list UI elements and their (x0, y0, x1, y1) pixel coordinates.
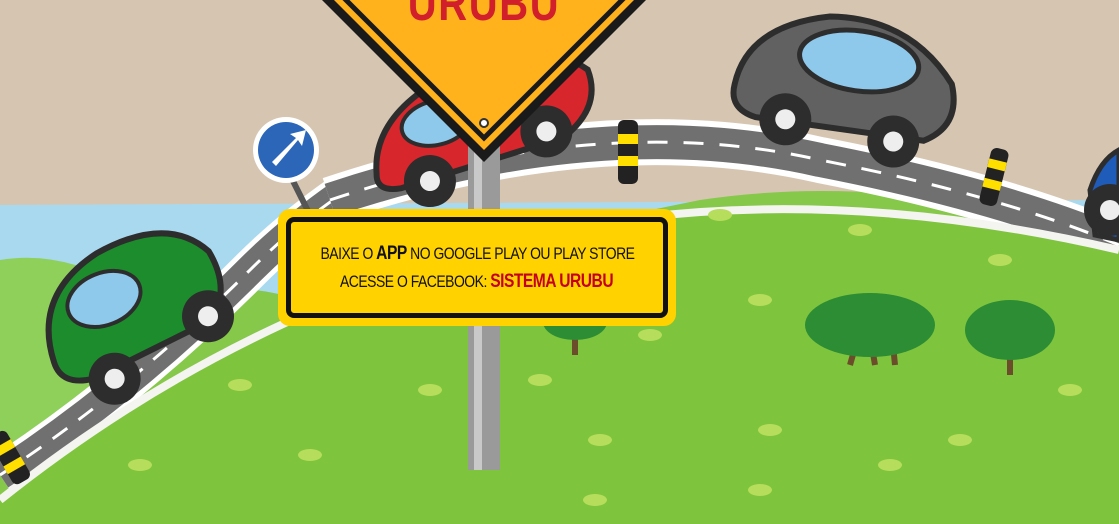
info-sign-inner: BAIXE O APP NO GOOGLE PLAY OU PLAY STORE… (286, 217, 668, 318)
notice-app-label: APP (375, 242, 407, 264)
notice-line-facebook: ACESSE O FACEBOOK: SISTEMA URUBU (340, 268, 614, 296)
notice-line-app: BAIXE O APP NO GOOGLE PLAY OU PLAY STORE (320, 240, 634, 268)
info-sign: BAIXE O APP NO GOOGLE PLAY OU PLAY STORE… (278, 209, 676, 326)
notice-line1-pre: BAIXE O (320, 243, 373, 263)
scene: URUBU BAIXE O APP NO GOOGLE PLAY OU PLAY… (0, 0, 1119, 524)
notice-line1-post: NO GOOGLE PLAY OU PLAY STORE (409, 243, 635, 263)
facebook-page-link[interactable]: SISTEMA URUBU (491, 271, 614, 292)
notice-line2-pre: ACESSE O FACEBOOK: (340, 271, 488, 291)
sign-title: URUBU (407, 0, 561, 31)
